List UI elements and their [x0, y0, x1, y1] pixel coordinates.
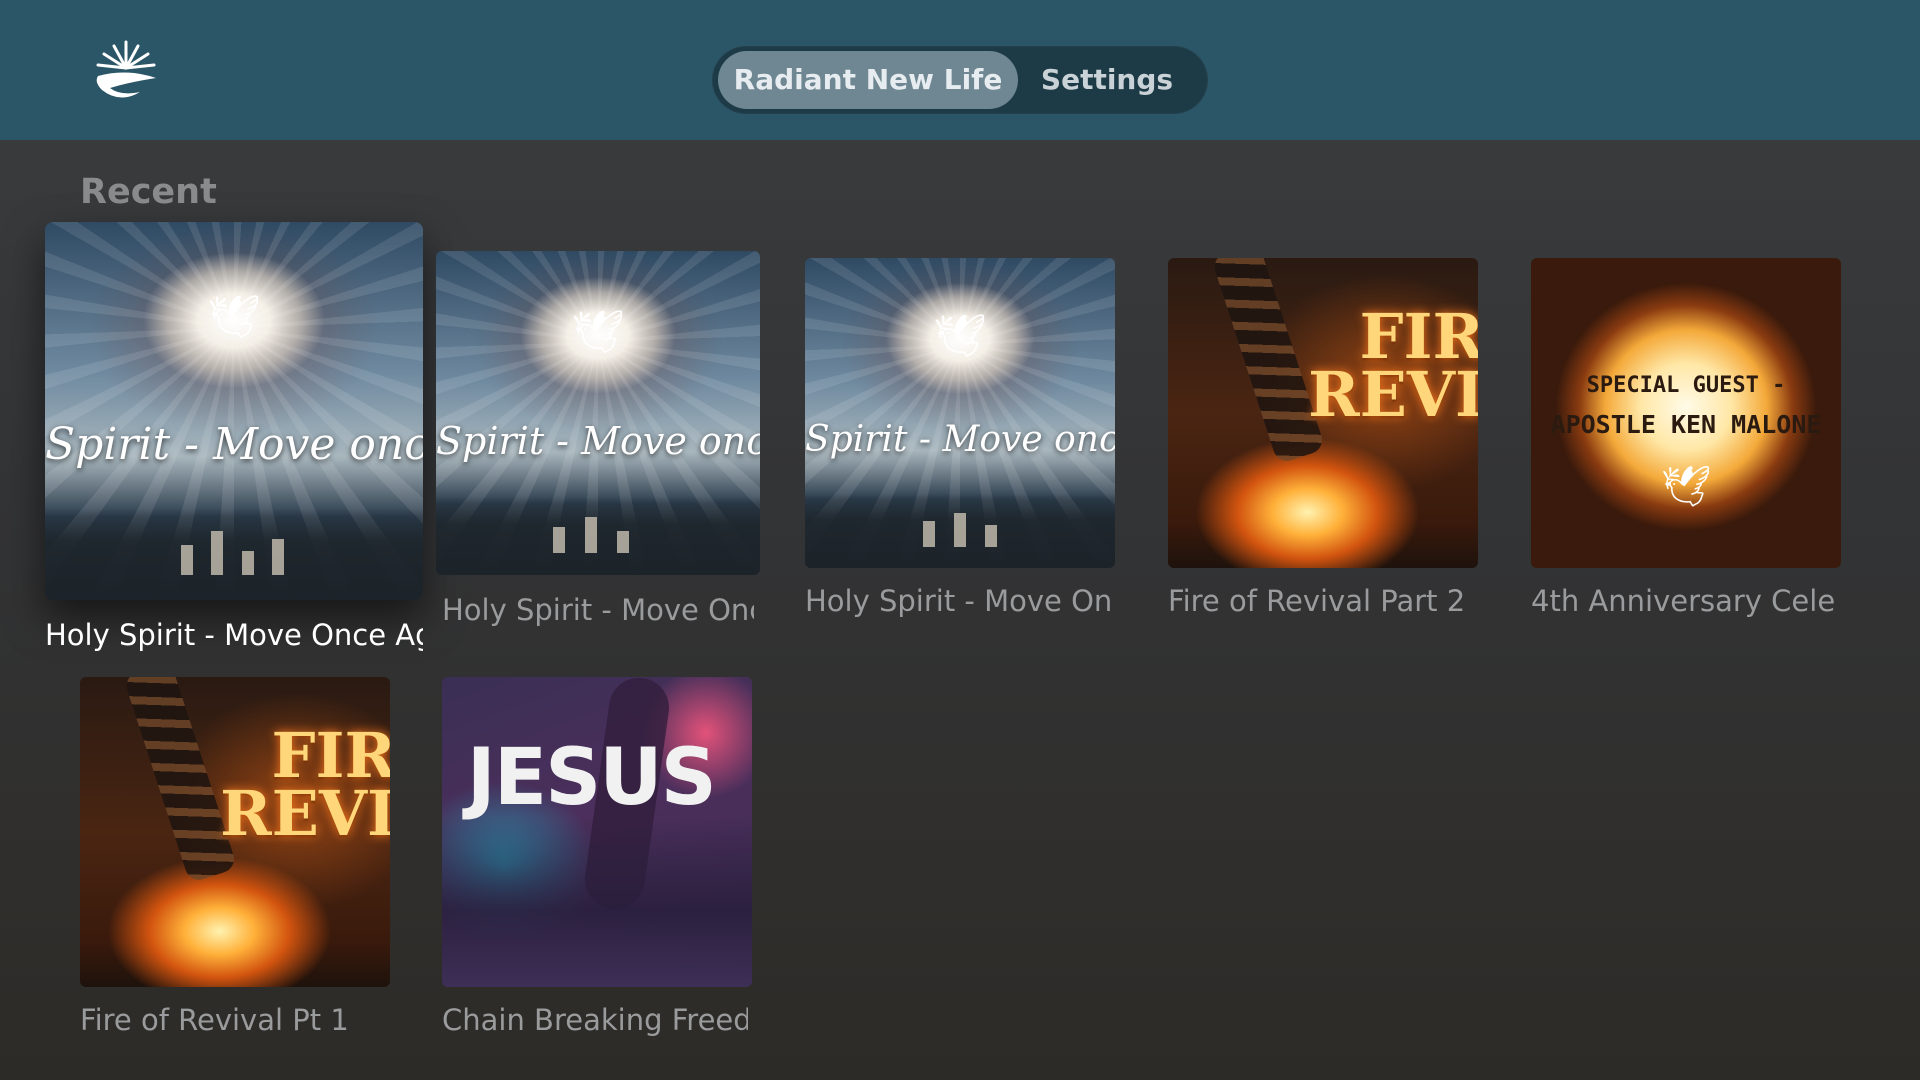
church-logo-icon: [96, 40, 156, 98]
artwork-text: FIR REVI: [220, 718, 390, 851]
tab-settings[interactable]: Settings: [1032, 51, 1182, 109]
dove-icon: 🕊: [571, 307, 625, 356]
dove-icon: 🕊: [207, 291, 261, 341]
tile-artwork: 🕊 Spirit - Move once: [45, 222, 423, 600]
tile-title: Holy Spirit - Move Once Ag: [45, 618, 423, 652]
tile-title: Fire of Revival Part 2: [1168, 584, 1466, 618]
tile-artwork: SPECIAL GUEST - APOSTLE KEN MALONE 🕊: [1531, 258, 1841, 568]
tile-title: Fire of Revival Pt 1: [80, 1003, 349, 1037]
dove-icon: 🕊: [933, 310, 987, 360]
top-bar: Radiant New Life Settings: [0, 0, 1920, 140]
tile-artwork: FIR REVI: [1168, 258, 1478, 568]
dove-icon: 🕊: [1660, 463, 1712, 510]
tile-artwork: 🕊 Spirit - Move once: [805, 258, 1115, 568]
tile-artwork: JESUS: [442, 677, 752, 987]
tile-title: Holy Spirit - Move Onc: [442, 593, 754, 627]
artwork-text: Spirit - Move once: [436, 419, 760, 464]
tile-title: 4th Anniversary Celeb: [1531, 584, 1837, 618]
tab-bar: Radiant New Life Settings: [712, 46, 1208, 114]
tile-title: Holy Spirit - Move Onc: [805, 584, 1111, 618]
tile-title: Chain Breaking Freedo: [442, 1003, 748, 1037]
artwork-text: SPECIAL GUEST -: [1586, 372, 1786, 398]
artwork-text: FIR REVI: [1308, 299, 1478, 432]
tile-artwork: 🕊 Spirit - Move once: [436, 251, 760, 575]
artwork-text: APOSTLE KEN MALONE: [1550, 409, 1822, 439]
artwork-text: Spirit - Move once: [45, 418, 423, 470]
artwork-text: JESUS: [466, 732, 717, 823]
tile-artwork: FIR REVI: [80, 677, 390, 987]
tab-radiant-new-life[interactable]: Radiant New Life: [718, 51, 1018, 109]
artwork-text: Spirit - Move once: [805, 419, 1115, 461]
section-title: Recent: [80, 172, 217, 212]
